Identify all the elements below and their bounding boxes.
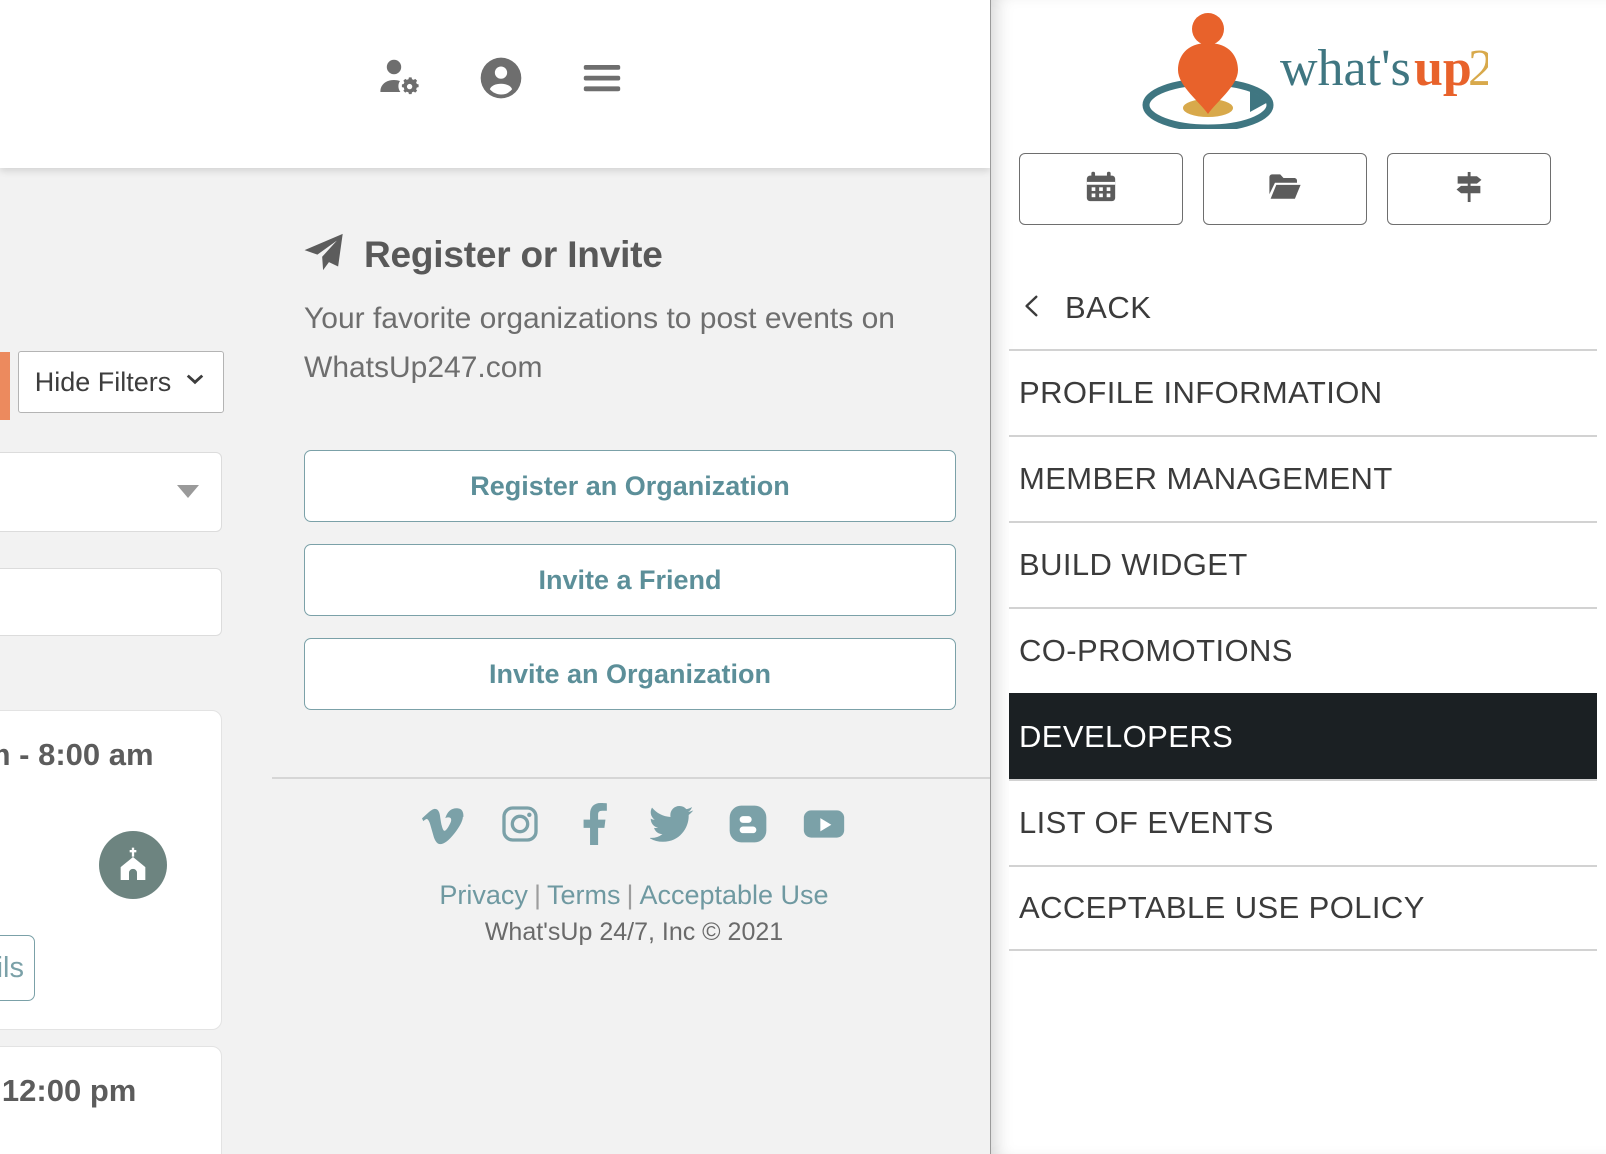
menu-item-profile-information[interactable]: PROFILE INFORMATION [1009,349,1597,435]
svg-text:what's: what's [1280,40,1411,97]
quick-action-buttons [1019,153,1577,225]
footer-links: Privacy | Terms | Acceptable Use [272,880,990,911]
menu-item-label: LIST OF EVENTS [1019,805,1274,840]
calendar-icon [1084,170,1118,209]
event-details-button[interactable]: Details [0,935,35,1001]
copyright-text: What'sUp 24/7, Inc © 2021 [484,918,784,946]
event-card[interactable]: - 12:00 pm [0,1046,222,1154]
event-card[interactable]: m - 8:00 am Details [0,710,222,1030]
menu-item-acceptable-use-policy[interactable]: ACCEPTABLE USE POLICY [1009,865,1597,951]
folder-button[interactable] [1203,153,1367,225]
header-icon-group [0,0,990,168]
menu-item-co-promotions[interactable]: CO-PROMOTIONS [1009,607,1597,693]
link-separator: | [626,880,634,910]
footer-divider [272,777,990,779]
filter-accent-bar [0,352,10,420]
filter-text-input[interactable] [0,568,222,636]
brand-logo[interactable]: what's up 247 [991,8,1606,133]
directions-button[interactable] [1387,153,1551,225]
back-label: BACK [1065,290,1152,325]
register-organization-button[interactable]: Register an Organization [304,450,956,523]
youtube-icon[interactable] [800,800,848,848]
menu-item-build-widget[interactable]: BUILD WIDGET [1009,521,1597,607]
top-header-bar [0,0,990,168]
user-settings-icon[interactable] [372,50,428,106]
menu-item-developers[interactable]: DEVELOPERS [1009,693,1597,779]
facebook-icon[interactable] [572,800,620,848]
church-icon [99,831,167,899]
register-subtitle: Your favorite organizations to post even… [304,302,895,384]
main-content-pane: Hide Filters m - 8:00 am ls 12:00 pm Reg… [0,0,990,1154]
social-links-row [272,800,990,848]
menu-item-label: CO-PROMOTIONS [1019,633,1293,668]
signpost-icon [1452,170,1486,209]
instagram-icon[interactable] [496,800,544,848]
menu-item-label: PROFILE INFORMATION [1019,375,1383,410]
dropdown-caret-icon [177,485,199,498]
event-time: m - 8:00 am [0,737,154,772]
acceptable-use-link[interactable]: Acceptable Use [639,880,828,910]
vimeo-icon[interactable] [420,800,468,848]
menu-item-label: BUILD WIDGET [1019,547,1248,582]
calendar-button[interactable] [1019,153,1183,225]
hide-filters-button[interactable]: Hide Filters [18,351,224,413]
filter-select[interactable] [0,452,222,532]
right-side-panel: what's up 247 [990,0,1606,1154]
register-or-invite-panel: Register or Invite Your favorite organiz… [272,200,960,711]
twitter-icon[interactable] [648,800,696,848]
invite-friend-button[interactable]: Invite a Friend [304,544,956,617]
menu-item-list-of-events[interactable]: LIST OF EVENTS [1009,779,1597,865]
menu-item-member-management[interactable]: MEMBER MANAGEMENT [1009,435,1597,521]
terms-link[interactable]: Terms [547,880,621,910]
svg-text:up: up [1414,40,1472,97]
paper-plane-icon [302,230,346,279]
privacy-link[interactable]: Privacy [439,880,528,910]
back-button[interactable]: BACK [1019,277,1579,339]
invite-organization-button[interactable]: Invite an Organization [304,638,956,711]
chevron-left-icon [1019,289,1045,328]
folder-open-icon [1267,169,1303,210]
menu-item-label: ACCEPTABLE USE POLICY [1019,890,1425,925]
menu-item-label: DEVELOPERS [1019,719,1234,754]
app-root: Hide Filters m - 8:00 am ls 12:00 pm Reg… [0,0,1606,1154]
hide-filters-label: Hide Filters [34,366,172,397]
register-heading-row: Register or Invite [302,230,960,279]
event-details-label: Details [0,951,24,984]
link-separator: | [533,880,541,910]
account-circle-icon[interactable] [473,50,529,106]
chevron-down-icon [183,368,207,397]
hamburger-menu-icon[interactable] [574,50,630,106]
page-title: Register or Invite [364,233,663,275]
menu-item-label: MEMBER MANAGEMENT [1019,461,1393,496]
settings-menu-list: PROFILE INFORMATION MEMBER MANAGEMENT BU… [1009,349,1597,951]
blogger-icon[interactable] [724,800,772,848]
event-time: - 12:00 pm [0,1073,137,1108]
svg-text:247: 247 [1468,40,1488,97]
